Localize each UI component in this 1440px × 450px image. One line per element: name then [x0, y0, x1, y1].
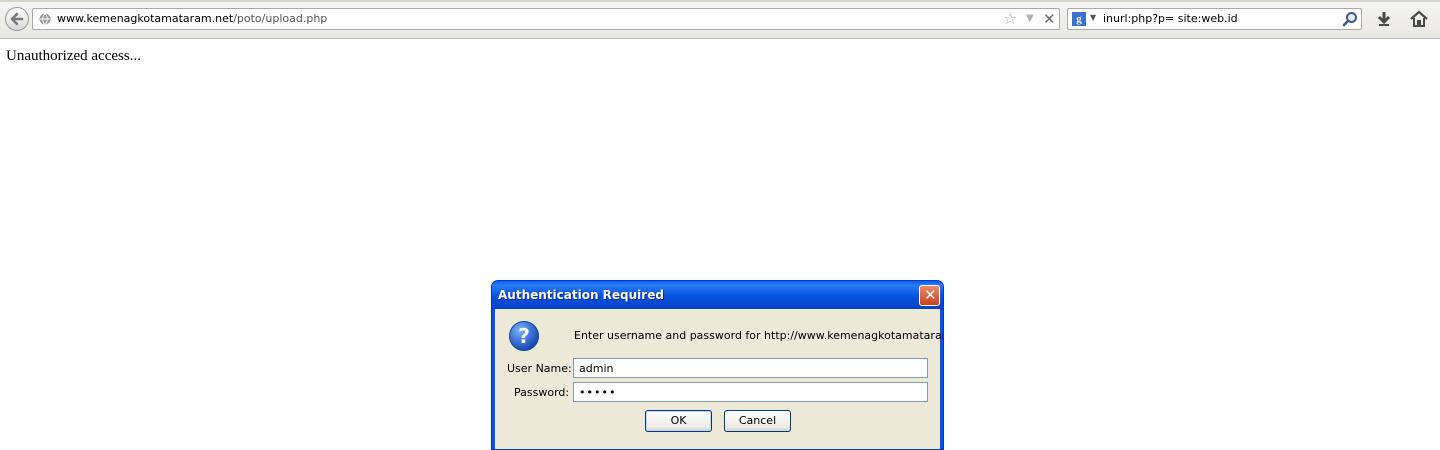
password-field[interactable]: ••••• — [573, 382, 928, 402]
dialog-body: ? Enter username and password for http:/… — [495, 309, 943, 449]
toolbar-divider — [0, 0, 1440, 2]
dialog-title: Authentication Required — [498, 288, 664, 302]
globe-icon[interactable] — [39, 13, 51, 25]
search-input[interactable]: inurl:php?p= site:web.id — [1103, 12, 1238, 25]
cancel-button[interactable]: Cancel — [724, 410, 791, 432]
back-button[interactable] — [5, 7, 29, 31]
dialog-message: Enter username and password for http://w… — [574, 329, 944, 342]
url-domain: www.kemenagkotamataram.net — [57, 12, 234, 25]
back-arrow-icon — [10, 12, 24, 26]
google-engine-icon[interactable]: g — [1072, 12, 1086, 26]
search-icon[interactable] — [1342, 11, 1358, 27]
history-dropdown-icon[interactable]: ▼ — [1026, 13, 1034, 24]
username-label: User Name: — [507, 362, 572, 375]
url-text[interactable]: www.kemenagkotamataram.net/poto/upload.p… — [57, 12, 327, 25]
page-body-text: Unauthorized access... — [6, 48, 141, 64]
close-icon: ✕ — [924, 286, 937, 304]
search-bar[interactable]: g ▼ inurl:php?p= site:web.id — [1067, 8, 1362, 30]
stop-icon[interactable]: ✕ — [1043, 10, 1056, 28]
dialog-titlebar[interactable]: Authentication Required ✕ — [492, 281, 943, 309]
downloads-icon[interactable] — [1375, 10, 1393, 28]
engine-dropdown-icon[interactable]: ▼ — [1090, 13, 1096, 22]
username-field[interactable]: admin — [573, 358, 928, 378]
password-label: Password: — [514, 386, 570, 399]
url-path: /poto/upload.php — [233, 12, 328, 25]
bookmark-star-icon[interactable]: ☆ — [1003, 11, 1017, 27]
ok-button[interactable]: OK — [645, 410, 712, 432]
authentication-dialog: Authentication Required ✕ ? Enter userna… — [491, 280, 944, 450]
address-bar[interactable]: www.kemenagkotamataram.net/poto/upload.p… — [32, 8, 1060, 30]
close-button[interactable]: ✕ — [919, 285, 940, 306]
browser-toolbar: www.kemenagkotamataram.net/poto/upload.p… — [0, 0, 1440, 39]
question-icon: ? — [509, 321, 539, 351]
home-icon[interactable] — [1410, 10, 1428, 28]
